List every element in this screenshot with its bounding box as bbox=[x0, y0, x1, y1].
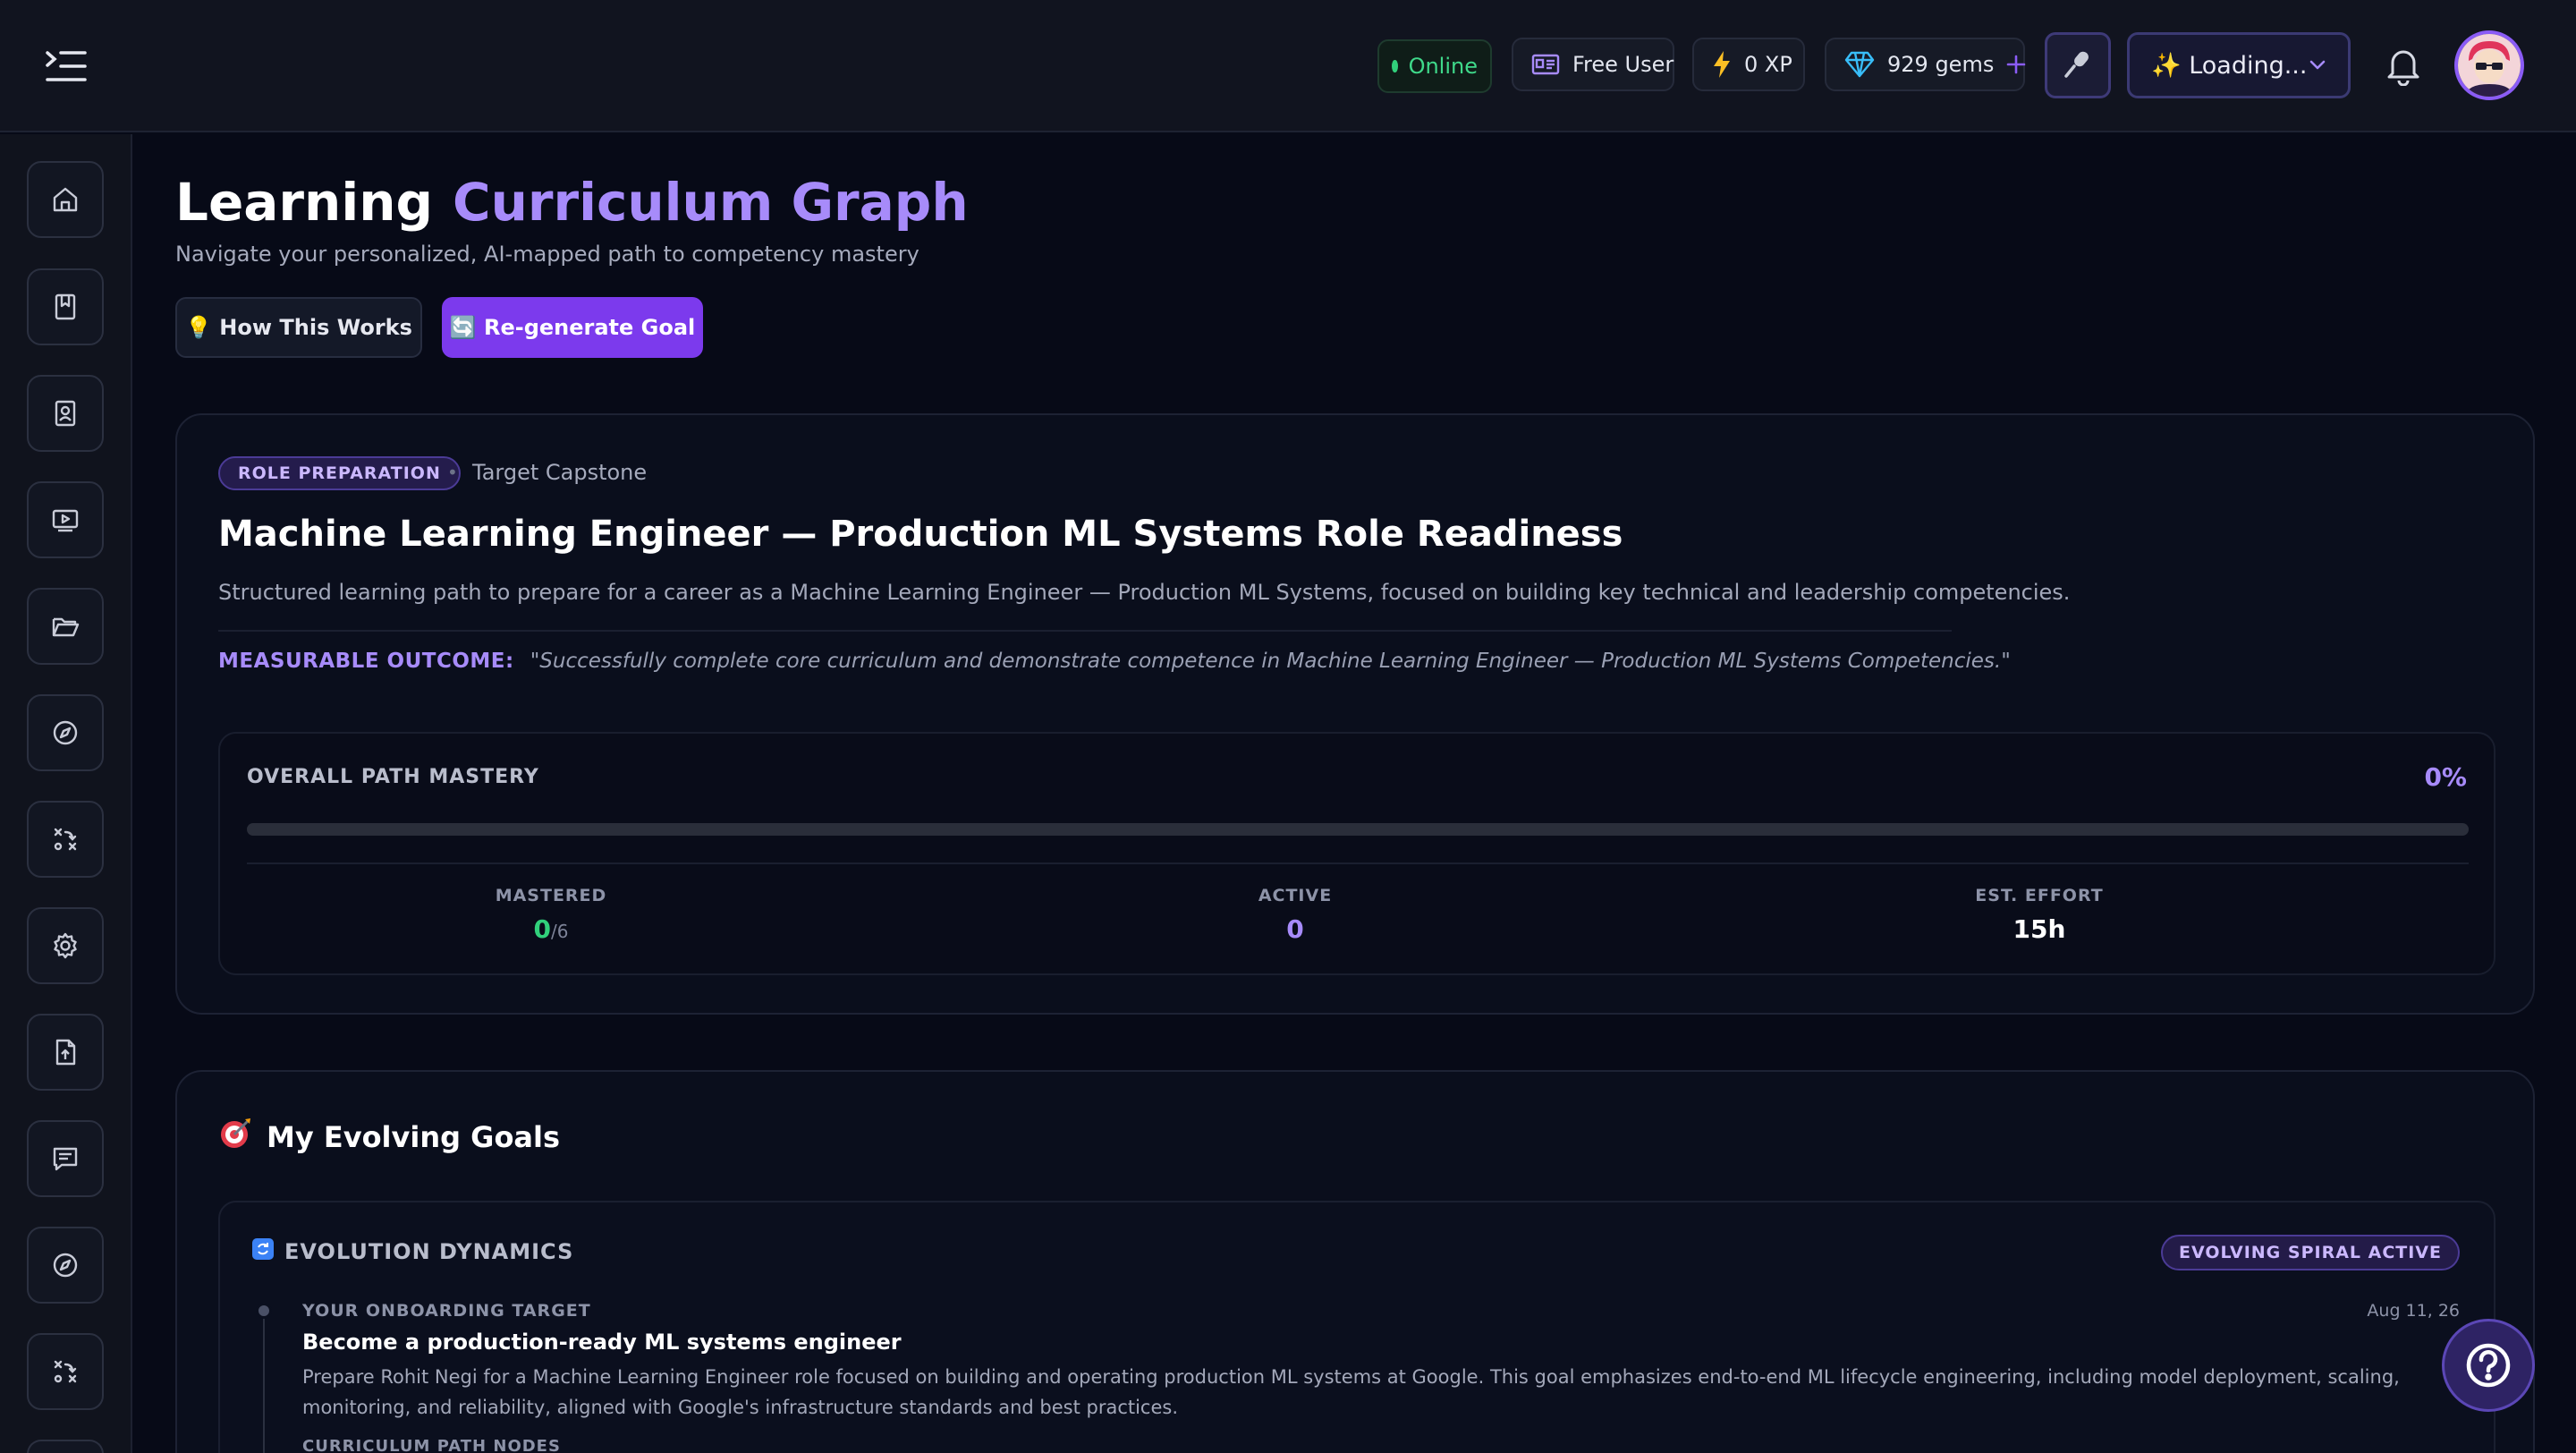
evolving-goals-card: My Evolving Goals EVOLUTION DYNAMICS EVO… bbox=[175, 1070, 2535, 1453]
video-icon bbox=[52, 509, 79, 532]
stat-active-label: ACTIVE bbox=[1258, 886, 1333, 905]
sidebar-bookmarks-button[interactable] bbox=[27, 268, 104, 345]
strategy-icon bbox=[54, 1360, 77, 1383]
sidebar-videos-button[interactable] bbox=[27, 481, 104, 558]
stat-effort-value: 15h bbox=[2012, 914, 2066, 944]
sidebar-profile-button[interactable] bbox=[27, 375, 104, 452]
page-subtitle: Navigate your personalized, AI-mapped pa… bbox=[175, 242, 919, 267]
file-upload-icon bbox=[55, 1039, 76, 1066]
sidebar-explore-button[interactable] bbox=[27, 694, 104, 771]
diamond-icon bbox=[1844, 51, 1875, 78]
target-capstone-tag: Target Capstone bbox=[472, 460, 648, 485]
stat-effort-label: EST. EFFORT bbox=[1975, 886, 2104, 905]
microphone-icon bbox=[2063, 48, 2093, 82]
help-button[interactable] bbox=[2442, 1319, 2535, 1412]
user-avatar[interactable] bbox=[2454, 30, 2524, 100]
stat-active-value: 0 bbox=[1286, 914, 1304, 944]
page-title-accent: Curriculum Graph bbox=[453, 172, 969, 233]
measurable-outcome: MEASURABLE OUTCOME: "Successfully comple… bbox=[218, 650, 2011, 673]
stat-active: ACTIVE 0 bbox=[1161, 886, 1429, 944]
evolution-dynamics-title: EVOLUTION DYNAMICS bbox=[252, 1238, 573, 1265]
plan-label: Free User bbox=[1572, 52, 1674, 77]
mastered-count: 0 bbox=[533, 914, 551, 944]
measurable-outcome-text: "Successfully complete core curriculum a… bbox=[530, 650, 2011, 673]
message-icon bbox=[53, 1147, 78, 1171]
measurable-outcome-label: MEASURABLE OUTCOME: bbox=[218, 650, 514, 673]
mastery-progress-bar bbox=[247, 823, 2469, 836]
xp-label: 0 XP bbox=[1744, 52, 1792, 77]
strategy-icon bbox=[54, 828, 77, 851]
target-icon bbox=[218, 1117, 252, 1158]
plan-badge[interactable]: Free User bbox=[1512, 38, 1674, 91]
sidebar-upload-button[interactable] bbox=[27, 1014, 104, 1091]
sidebar-discover-button[interactable] bbox=[27, 1227, 104, 1304]
top-bar: Online Free User 0 XP 929 gems ✨ Loading… bbox=[0, 0, 2576, 132]
path-mastery-percent: 0% bbox=[2424, 762, 2467, 792]
onboarding-target-date: Aug 11, 26 bbox=[2367, 1301, 2460, 1321]
sidebar-folders-button[interactable] bbox=[27, 588, 104, 665]
goal-title: Machine Learning Engineer — Production M… bbox=[218, 514, 1623, 555]
timeline-dot bbox=[256, 1303, 272, 1319]
compass-icon bbox=[53, 720, 78, 745]
sidebar-more-button[interactable] bbox=[27, 1440, 104, 1453]
bookmark-icon bbox=[55, 293, 76, 320]
divider bbox=[247, 862, 2469, 864]
question-mark-icon bbox=[2466, 1343, 2511, 1388]
sidebar bbox=[0, 134, 132, 1453]
stat-mastered: MASTERED 0/6 bbox=[417, 886, 685, 944]
stat-mastered-label: MASTERED bbox=[495, 886, 607, 905]
model-selector-label: ✨ Loading... bbox=[2151, 52, 2308, 80]
id-card-icon bbox=[1531, 53, 1560, 76]
home-icon bbox=[53, 187, 78, 212]
onboarding-target-description: Prepare Rohit Negi for a Machine Learnin… bbox=[302, 1366, 2400, 1418]
curriculum-path-nodes-label: CURRICULUM PATH NODES bbox=[302, 1437, 561, 1453]
mastered-total: /6 bbox=[551, 921, 569, 942]
evolving-goals-label: My Evolving Goals bbox=[267, 1120, 561, 1154]
folder-open-icon bbox=[52, 617, 80, 637]
microphone-button[interactable] bbox=[2045, 32, 2111, 98]
sidebar-settings-button[interactable] bbox=[27, 907, 104, 984]
page-title: Learning Curriculum Graph bbox=[175, 172, 969, 233]
online-status-badge: Online bbox=[1377, 39, 1492, 93]
goal-description: Structured learning path to prepare for … bbox=[218, 580, 2071, 605]
evolving-goals-title: My Evolving Goals bbox=[218, 1117, 560, 1158]
xp-badge[interactable]: 0 XP bbox=[1692, 38, 1805, 91]
sidebar-strategy-button-2[interactable] bbox=[27, 1333, 104, 1410]
page-title-primary: Learning bbox=[175, 172, 434, 233]
timeline-line bbox=[263, 1303, 265, 1453]
evolution-dynamics-label: EVOLUTION DYNAMICS bbox=[284, 1239, 574, 1264]
online-dot-icon bbox=[1392, 60, 1398, 72]
sidebar-messages-button[interactable] bbox=[27, 1120, 104, 1197]
model-selector-dropdown[interactable]: ✨ Loading... bbox=[2127, 32, 2351, 98]
add-gems-icon[interactable] bbox=[2006, 55, 2026, 74]
contact-card-icon bbox=[55, 400, 76, 427]
path-mastery-label: OVERALL PATH MASTERY bbox=[247, 766, 539, 788]
evolving-spiral-badge: EVOLVING SPIRAL ACTIVE bbox=[2161, 1235, 2460, 1270]
how-this-works-button[interactable]: 💡 How This Works bbox=[175, 297, 422, 358]
stat-effort: EST. EFFORT 15h bbox=[1905, 886, 2174, 944]
stat-mastered-value: 0/6 bbox=[417, 914, 685, 944]
online-status-label: Online bbox=[1408, 54, 1478, 79]
onboarding-target-label: YOUR ONBOARDING TARGET bbox=[302, 1301, 591, 1321]
bell-icon[interactable] bbox=[2383, 45, 2424, 87]
regenerate-goal-button[interactable]: 🔄 Re-generate Goal bbox=[442, 297, 703, 358]
lightning-icon bbox=[1712, 50, 1732, 79]
evolution-dynamics-panel: EVOLUTION DYNAMICS EVOLVING SPIRAL ACTIV… bbox=[218, 1201, 2496, 1453]
gems-label: 929 gems bbox=[1887, 52, 1995, 77]
separator-dot: • bbox=[447, 462, 458, 483]
refresh-icon bbox=[252, 1238, 274, 1265]
divider bbox=[218, 630, 1952, 632]
chevron-down-icon bbox=[2309, 59, 2326, 72]
role-preparation-badge: ROLE PREPARATION bbox=[218, 456, 461, 490]
menu-toggle-icon[interactable] bbox=[39, 39, 93, 93]
sidebar-strategy-button[interactable] bbox=[27, 801, 104, 878]
gear-icon bbox=[54, 932, 77, 959]
compass-icon bbox=[53, 1253, 78, 1278]
sidebar-home-button[interactable] bbox=[27, 161, 104, 238]
path-mastery-panel: OVERALL PATH MASTERY 0% MASTERED 0/6 ACT… bbox=[218, 732, 2496, 975]
onboarding-target-goal: Become a production-ready ML systems eng… bbox=[302, 1330, 902, 1355]
gems-badge[interactable]: 929 gems bbox=[1825, 38, 2026, 91]
goal-card: ROLE PREPARATION • Target Capstone Machi… bbox=[175, 413, 2535, 1015]
